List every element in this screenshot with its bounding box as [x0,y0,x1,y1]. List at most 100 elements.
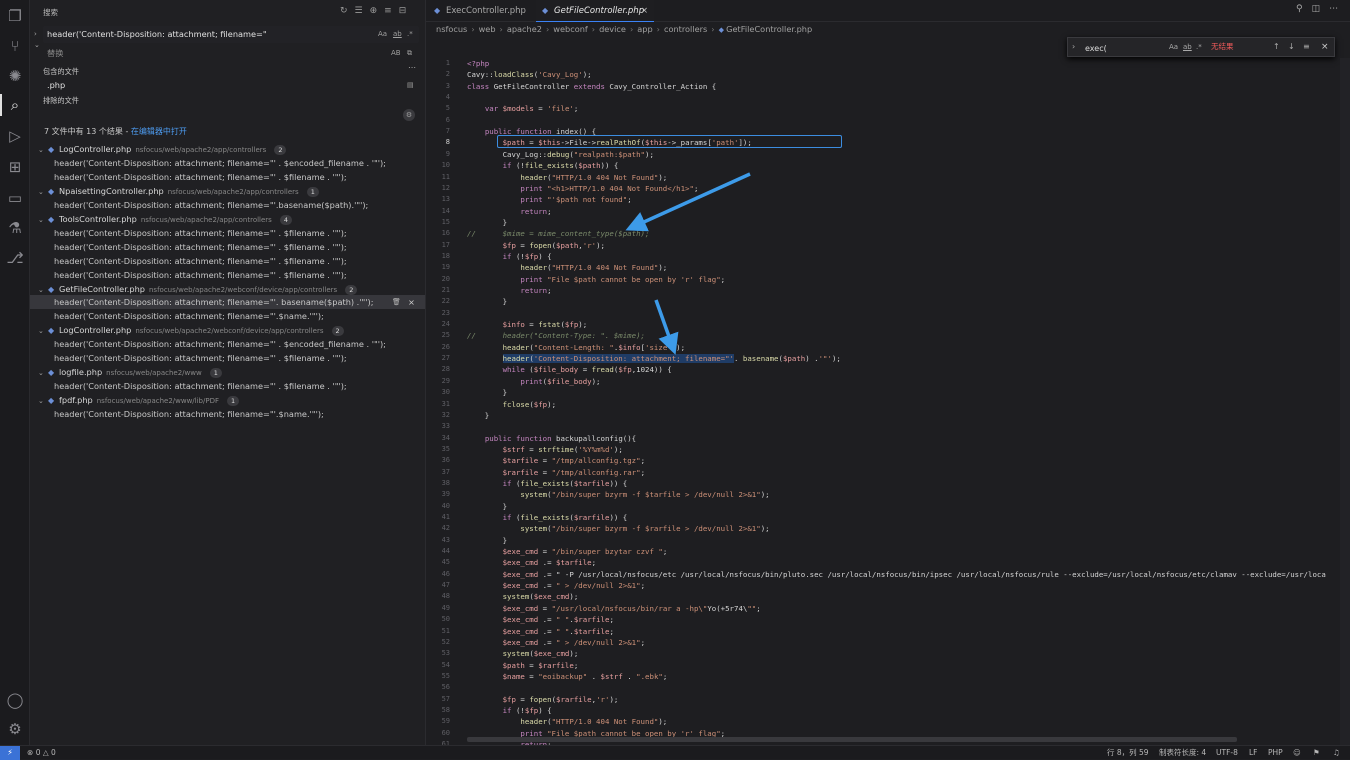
code-line[interactable]: if (file_exists($tarfile)) { [467,478,628,489]
code-line[interactable]: } [467,501,507,512]
code-line[interactable]: public function backupallconfig(){ [467,433,636,444]
breadcrumb-item[interactable]: app [637,24,652,34]
code-line[interactable]: header("HTTP/1.0 404 Not Found"); [467,172,667,183]
chevron-down-icon[interactable]: ⌄ [38,213,48,227]
result-match-line[interactable]: header('Content-Disposition: attachment;… [30,295,425,310]
tab-exec-controller[interactable]: ◆ ExecController.php [428,0,528,22]
code-line[interactable]: $exe_cmd .= $tarfile; [467,557,596,568]
code-line[interactable]: system("/bin/super bzyrm -f $rarfile > /… [467,523,769,534]
copilot-icon[interactable]: ✺ [5,66,25,86]
breadcrumb-item[interactable]: web [479,24,496,34]
code-line[interactable]: Cavy_Log::debug("realpath:$path"); [467,149,654,160]
exclude-files-input[interactable]: ⚙ [43,107,419,124]
replace-line-icon[interactable]: 🗑 [392,295,401,309]
code-line[interactable]: $fp = fopen($rarfile,'r'); [467,694,619,705]
code-line[interactable]: if (!file_exists($path)) { [467,160,619,171]
next-match-icon[interactable]: ↓ [1288,38,1295,56]
code-line[interactable]: class GetFileController extends Cavy_Con… [467,81,716,92]
tab-getfile-controller[interactable]: ◆ GetFileController.php × [536,0,654,22]
code-line[interactable]: header("HTTP/1.0 404 Not Found"); [467,262,667,273]
code-line[interactable]: header("Content-Length: ".$info['size'])… [467,342,685,353]
replace-all-icon[interactable]: ⧉ [407,45,412,62]
result-match-line[interactable]: header('Content-Disposition: attachment;… [54,407,324,421]
use-exclude-settings-icon[interactable]: ⚙ [403,109,415,121]
copilot-status-icon[interactable]: ☺ [1293,746,1301,759]
chevron-down-icon[interactable]: ⌄ [38,394,48,408]
code-line[interactable]: header("HTTP/1.0 404 Not Found"); [467,716,667,727]
extensions-icon[interactable]: ⊞ [5,157,25,177]
result-match-line[interactable]: header('Content-Disposition: attachment;… [54,268,347,282]
explorer-icon[interactable]: ❐ [5,6,25,26]
code-line[interactable]: $fp = fopen($path,'r'); [467,240,605,251]
code-line[interactable]: if (!$fp) { [467,251,552,262]
refresh-icon[interactable]: ↻ [340,6,348,16]
code-line[interactable]: $exe_cmd .= " ".$rarfile; [467,614,614,625]
result-file[interactable]: ⌄ ◆ fpdf.php nsfocus/web/apache2/www/lib/PD… [38,393,240,408]
code-line[interactable]: // $mime = mime_content_type($path); [467,228,649,239]
chevron-down-icon[interactable]: ⌄ [34,41,40,49]
code-line[interactable]: $info = fstat($fp); [467,319,588,330]
result-match-line[interactable]: header('Content-Disposition: attachment;… [54,351,347,365]
split-editor-icon[interactable]: ◫ [1312,4,1321,14]
code-editor[interactable]: <?php Cavy::loadClass('Cavy_Log'); class G… [467,58,1350,745]
chevron-down-icon[interactable]: ⌄ [38,185,48,199]
result-match-line[interactable]: header('Content-Disposition: attachment;… [54,156,386,170]
breadcrumb-item[interactable]: nsfocus [436,24,467,34]
code-line[interactable]: $exe_cmd .= " > /dev/null 2>&1"; [467,637,645,648]
feedback-icon[interactable]: ⚑ [1313,746,1320,759]
code-line[interactable]: header('Content-Disposition: attachment;… [467,353,841,364]
result-file[interactable]: ⌄ ◆ LogController.php nsfocus/web/apache2/a… [38,142,287,156]
clear-results-icon[interactable]: ☰ [355,6,363,16]
code-line[interactable]: $exe_cmd = "/bin/super bzytar czvf "; [467,546,668,557]
result-file[interactable]: ⌄ ◆ GetFileController.php nsfocus/web/apach… [38,282,358,297]
close-icon[interactable]: × [1321,38,1329,56]
code-line[interactable]: $exe_cmd .= " -P /usr/local/nsfocus/etc … [467,569,1326,580]
result-match-line[interactable]: header('Content-Disposition: attachment;… [54,198,368,212]
chevron-down-icon[interactable]: ⌄ [38,324,48,338]
run-debug-icon[interactable]: ▷ [5,126,25,146]
code-line[interactable]: return; [467,206,551,217]
more-actions-icon[interactable]: ⋯ [1329,4,1338,14]
code-line[interactable]: print($file_body); [467,376,600,387]
cursor-position[interactable]: 行 8，列 59 [1107,746,1149,759]
result-file[interactable]: ⌄ ◆ logfile.php nsfocus/web/apache2/www 1 [38,365,222,379]
find-in-selection-icon[interactable]: ≡ [1303,38,1310,56]
previous-match-icon[interactable]: ↑ [1273,38,1280,56]
open-in-editor-link[interactable]: 在编辑器中打开 [131,127,187,136]
regex-icon[interactable]: .* [407,26,413,43]
chevron-down-icon[interactable]: ⌄ [38,283,48,297]
breadcrumb-item[interactable]: GetFileController.php [726,24,812,34]
code-line[interactable]: system($exe_cmd); [467,648,579,659]
run-icon[interactable]: ⚲ [1296,4,1303,14]
code-line[interactable]: if (file_exists($rarfile)) { [467,512,628,523]
search-open-editors-icon[interactable]: ▤ [407,77,414,94]
breadcrumb-item[interactable]: apache2 [507,24,542,34]
code-line[interactable]: $exe_cmd .= " > /dev/null 2>&1"; [467,580,645,591]
code-line[interactable]: $path = $rarfile; [467,660,579,671]
code-line[interactable]: fclose($fp); [467,399,556,410]
code-line[interactable]: <?php [467,58,489,69]
account-icon[interactable]: ◯ [5,690,25,710]
code-line[interactable]: system($exe_cmd); [467,591,579,602]
code-line[interactable]: } [467,296,507,307]
horizontal-scrollbar[interactable] [467,737,1237,742]
code-line[interactable]: return; [467,285,551,296]
code-line[interactable]: system("/bin/super bzyrm -f $tarfile > /… [467,489,769,500]
replace-input[interactable]: 替换 AB ⧉ [43,45,419,62]
result-match-line[interactable]: header('Content-Disposition: attachment;… [54,240,347,254]
code-line[interactable]: $exe_cmd .= " ".$tarfile; [467,626,614,637]
result-match-line[interactable]: header('Content-Disposition: attachment;… [54,170,347,184]
code-line[interactable]: Cavy::loadClass('Cavy_Log'); [467,69,592,80]
find-input[interactable]: exec( [1085,40,1107,58]
eol[interactable]: LF [1249,746,1258,759]
testing-icon[interactable]: ⚗ [5,218,25,238]
code-line[interactable]: } [467,410,489,421]
source-control-icon[interactable]: ⑂ [5,36,25,56]
collapse-all-icon[interactable]: ⊟ [399,6,407,16]
git-graph-icon[interactable]: ⎇ [5,248,25,268]
vertical-scrollbar[interactable] [1340,58,1350,745]
problems-indicator[interactable]: ⊗ 0 △ 0 [27,746,56,759]
code-line[interactable]: $name = "eoibackup" . $strf . ".ebk"; [467,671,668,682]
toggle-replace-chevron-icon[interactable]: › [1072,38,1075,56]
result-match-line[interactable]: header('Content-Disposition: attachment;… [54,254,347,268]
